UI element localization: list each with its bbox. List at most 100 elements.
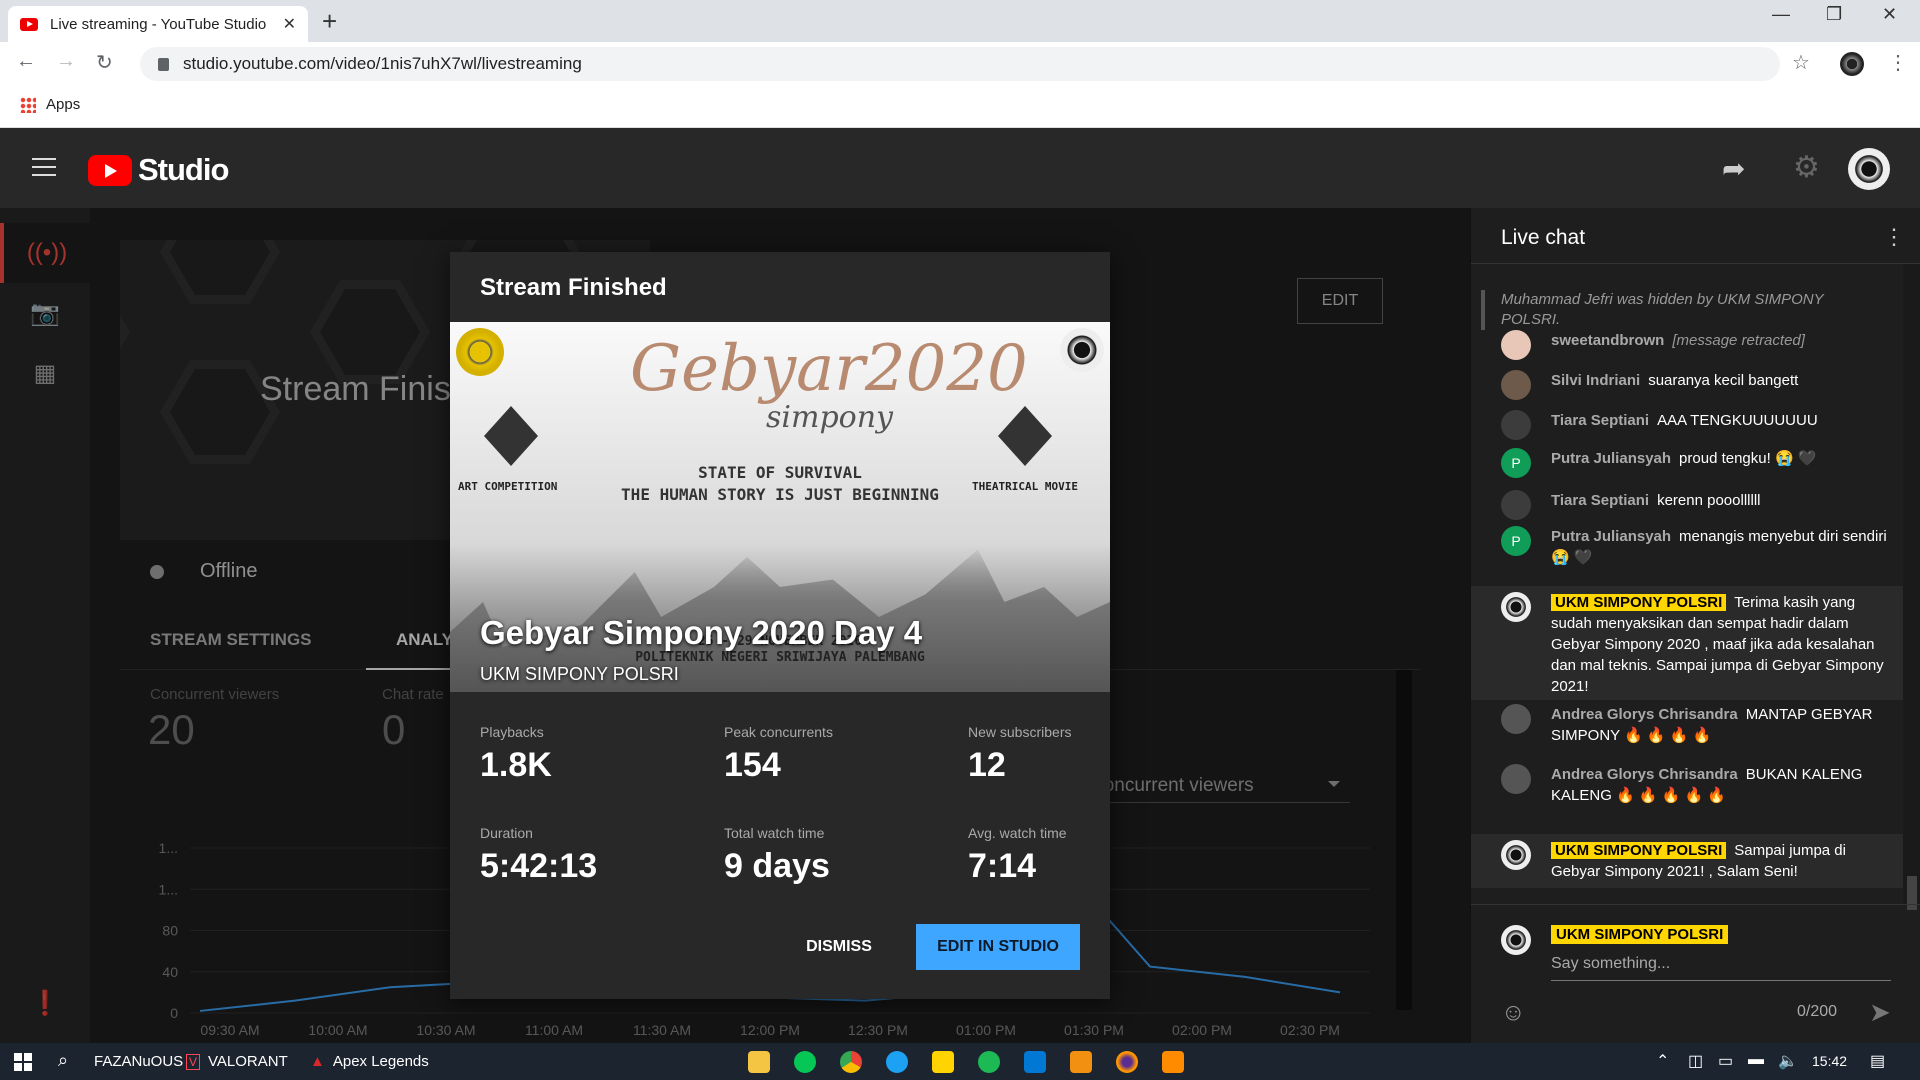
chat-message[interactable]: Andrea Glorys Chrisandra BUKAN KALENG KAL… xyxy=(1471,764,1903,822)
vscode-icon[interactable] xyxy=(1024,1051,1046,1073)
network-icon[interactable]: ▭ xyxy=(1718,1051,1733,1071)
taskbar-item[interactable]: FAZANuOUS xyxy=(94,1053,183,1070)
chat-author[interactable]: Andrea Glorys Chrisandra xyxy=(1551,706,1738,723)
tab-title: Live streaming - YouTube Studio xyxy=(50,15,267,33)
chat-message[interactable]: Andrea Glorys Chrisandra MANTAP GEBYAR SI… xyxy=(1471,704,1903,762)
reload-icon[interactable]: ↻ xyxy=(96,50,113,75)
stat-label: Duration xyxy=(480,825,533,841)
chat-message-owner[interactable]: UKM SIMPONY POLSRI Sampai jumpa di Gebyar… xyxy=(1471,834,1903,888)
send-icon[interactable]: ➤ xyxy=(1869,997,1891,1028)
gear-icon[interactable]: ⚙ xyxy=(1793,150,1820,185)
chat-author[interactable]: Silvi Indriani xyxy=(1551,372,1640,389)
close-tab-icon[interactable]: ✕ xyxy=(283,14,296,34)
extension-icon[interactable] xyxy=(1840,52,1864,76)
stat-label: New subscribers xyxy=(968,724,1072,740)
browser-menu-icon[interactable]: ⋮ xyxy=(1888,50,1908,75)
bookmarks-bar: Apps xyxy=(0,86,1920,128)
chat-message-owner[interactable]: UKM SIMPONY POLSRI Terima kasih yang suda… xyxy=(1471,586,1903,700)
dialog-title: Stream Finished xyxy=(480,274,667,301)
chat-author[interactable]: Tiara Septiani xyxy=(1551,492,1649,509)
sublime-icon[interactable] xyxy=(1070,1051,1092,1073)
valorant-icon: V xyxy=(186,1053,201,1070)
forward-icon[interactable]: → xyxy=(56,50,76,73)
line-icon[interactable] xyxy=(794,1051,816,1073)
thumb-tagline-2: THE HUMAN STORY IS JUST BEGINNING xyxy=(621,485,939,504)
stat-value: 7:14 xyxy=(968,847,1037,885)
chat-message[interactable]: sweetandbrown [message retracted] xyxy=(1471,330,1903,360)
back-icon[interactable]: ← xyxy=(16,50,36,73)
taskbar-item-valorant[interactable]: V VALORANT xyxy=(186,1053,288,1070)
emoji-icon[interactable]: ☺ xyxy=(1501,999,1526,1027)
firefox-icon[interactable] xyxy=(1116,1051,1138,1073)
windows-start-icon[interactable] xyxy=(14,1053,32,1071)
thumb-sub: simpony xyxy=(766,400,893,435)
more-options-icon[interactable]: ⋮ xyxy=(1883,224,1905,250)
art-competition-icon xyxy=(484,406,538,466)
chat-message-input[interactable]: Say something... xyxy=(1551,951,1891,981)
chat-author[interactable]: Putra Juliansyah xyxy=(1551,528,1671,545)
taskbar-item-apex[interactable]: ▲ Apex Legends xyxy=(310,1053,429,1070)
lock-icon xyxy=(158,57,169,71)
tray-chevron-icon[interactable]: ⌃ xyxy=(1656,1051,1669,1071)
chat-scrollbar[interactable] xyxy=(1903,264,1920,910)
chat-author[interactable]: UKM SIMPONY POLSRI xyxy=(1551,842,1727,859)
chat-author[interactable]: Andrea Glorys Chrisandra xyxy=(1551,766,1738,783)
chat-message[interactable]: P Putra Juliansyah menangis menyebut diri … xyxy=(1471,526,1903,574)
avatar xyxy=(1501,592,1531,622)
bookmark-star-icon[interactable]: ☆ xyxy=(1792,50,1810,75)
chat-author[interactable]: sweetandbrown xyxy=(1551,332,1664,349)
youtube-play-icon xyxy=(88,154,132,186)
avatar: P xyxy=(1501,448,1531,478)
video-thumbnail: Gebyar2020 simpony ART COMPETITION THEAT… xyxy=(450,322,1110,692)
chat-message-list: Muhammad Jefri was hidden by UKM SIMPONY… xyxy=(1471,264,1903,904)
minimize-icon[interactable]: — xyxy=(1772,4,1790,25)
avatar xyxy=(1501,490,1531,520)
chat-author[interactable]: UKM SIMPONY POLSRI xyxy=(1551,594,1727,611)
edit-in-studio-button[interactable]: EDIT IN STUDIO xyxy=(916,924,1080,970)
spotify-icon[interactable] xyxy=(978,1051,1000,1073)
stat-total-watch-time: Total watch time 9 days xyxy=(724,825,830,886)
stat-label: Playbacks xyxy=(480,724,544,740)
thumb-headline: Gebyar2020 xyxy=(630,332,1028,406)
chat-message[interactable]: Tiara Septiani kerenn pooollllll xyxy=(1471,490,1903,520)
stat-value: 154 xyxy=(724,746,781,784)
video-title: Gebyar Simpony 2020 Day 4 xyxy=(480,614,923,651)
chat-message[interactable]: P Putra Juliansyah proud tengku! 😭 🖤 xyxy=(1471,448,1903,482)
stream-finished-dialog: Stream Finished Gebyar2020 simpony ART C… xyxy=(450,252,1110,999)
stat-value: 12 xyxy=(968,746,1006,784)
new-tab-icon[interactable]: + xyxy=(322,6,337,37)
browser-tab[interactable]: Live streaming - YouTube Studio ✕ xyxy=(8,6,308,42)
chat-author[interactable]: Putra Juliansyah xyxy=(1551,450,1671,467)
browser-nav-bar: ← → ↻ studio.youtube.com/video/1nis7uhX7… xyxy=(0,42,1920,86)
stat-avg-watch-time: Avg. watch time 7:14 xyxy=(968,825,1067,886)
account-avatar[interactable] xyxy=(1848,148,1890,190)
app-icon[interactable] xyxy=(932,1051,954,1073)
chrome-icon[interactable] xyxy=(840,1051,862,1073)
polsri-seal-icon xyxy=(456,328,504,376)
battery-icon[interactable]: ▬ xyxy=(1748,1051,1764,1069)
hamburger-menu-icon[interactable] xyxy=(32,158,56,176)
share-icon[interactable]: ➦ xyxy=(1722,152,1745,185)
theatrical-movie-icon xyxy=(998,406,1052,466)
avatar xyxy=(1501,410,1531,440)
studio-logo[interactable]: Studio xyxy=(88,152,229,188)
file-explorer-icon[interactable] xyxy=(748,1051,770,1073)
notifications-icon[interactable]: ▤ xyxy=(1870,1051,1885,1071)
stat-new-subscribers: New subscribers 12 xyxy=(968,724,1071,785)
restore-icon[interactable]: ❐ xyxy=(1826,4,1842,25)
live-chat-panel: Live chat ⋮ Muhammad Jefri was hidden by… xyxy=(1470,208,1920,1043)
apps-bookmark[interactable]: Apps xyxy=(20,96,80,113)
apex-icon: ▲ xyxy=(310,1053,325,1070)
window-close-icon[interactable]: ✕ xyxy=(1882,4,1897,25)
volume-icon[interactable]: 🔈 xyxy=(1778,1051,1798,1071)
app-icon[interactable] xyxy=(1162,1051,1184,1073)
search-icon[interactable]: ⌕ xyxy=(58,1050,68,1071)
chat-author[interactable]: Tiara Septiani xyxy=(1551,412,1649,429)
dismiss-button[interactable]: DISMISS xyxy=(792,924,886,970)
chat-message[interactable]: Tiara Septiani AAA TENGKUUUUUUU xyxy=(1471,410,1903,440)
tray-icon[interactable]: ◫ xyxy=(1688,1051,1703,1071)
chat-message[interactable]: Silvi Indriani suaranya kecil bangett xyxy=(1471,370,1903,400)
chat-text: suaranya kecil bangett xyxy=(1648,372,1799,389)
address-bar[interactable]: studio.youtube.com/video/1nis7uhX7wl/liv… xyxy=(140,47,1780,81)
edge-icon[interactable] xyxy=(886,1051,908,1073)
